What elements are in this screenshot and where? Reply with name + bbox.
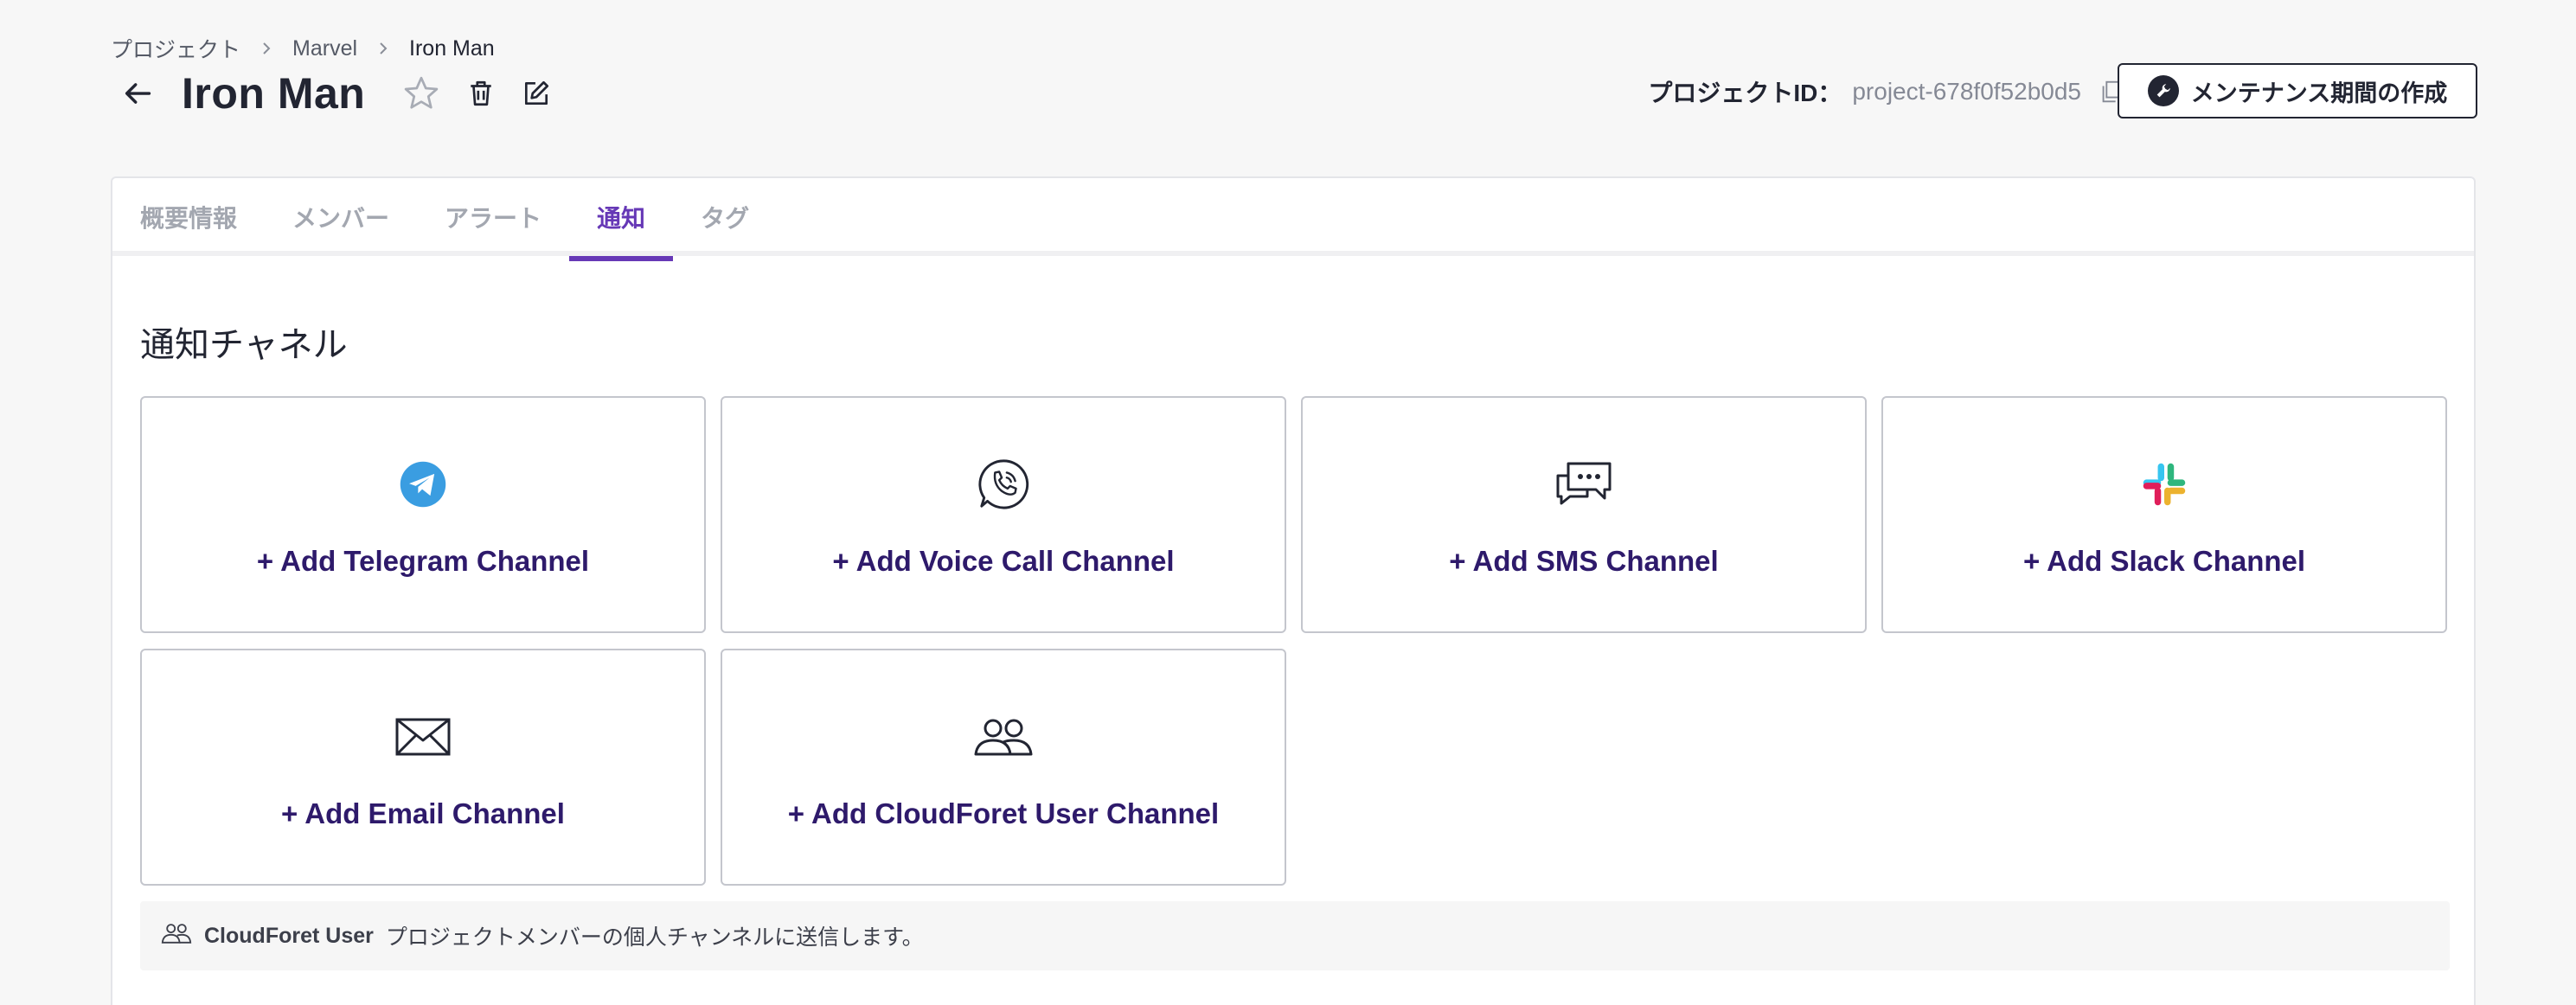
project-id-value: project-678f0f52b0d5	[1852, 78, 2081, 105]
star-icon[interactable]	[398, 70, 445, 117]
add-sms-channel-label: + Add SMS Channel	[1449, 545, 1719, 577]
add-voice-call-channel-label: + Add Voice Call Channel	[832, 545, 1175, 577]
breadcrumb-projects-link[interactable]: プロジェクト	[111, 33, 240, 64]
create-maintenance-window-label: メンテナンス期間の作成	[2190, 80, 2448, 106]
wrench-icon	[2147, 75, 2179, 106]
add-voice-call-channel-card[interactable]: + Add Voice Call Channel	[721, 396, 1286, 633]
chevron-right-icon	[375, 40, 392, 57]
cloudforet-user-info: CloudForet User プロジェクトメンバーの個人チャンネルに送信します…	[140, 901, 2450, 970]
add-email-channel-card[interactable]: + Add Email Channel	[140, 649, 706, 886]
tab-summary[interactable]: 概要情報	[112, 178, 265, 256]
project-id: プロジェクトID： project-678f0f52b0d5	[1648, 71, 2126, 112]
page-header: Iron Man	[111, 62, 557, 125]
add-telegram-channel-card[interactable]: + Add Telegram Channel	[140, 396, 706, 633]
project-detail-card: 概要情報 メンバー アラート 通知 タグ 通知チャネル + Add Telegr…	[111, 176, 2476, 1005]
breadcrumb-current: Iron Man	[409, 35, 495, 61]
tab-notifications[interactable]: 通知	[569, 178, 674, 261]
trash-icon[interactable]	[460, 73, 502, 114]
add-email-channel-label: + Add Email Channel	[281, 797, 565, 829]
section-title: 通知チャネル	[140, 326, 348, 364]
phone-call-icon	[972, 453, 1035, 515]
slack-icon	[2133, 453, 2195, 515]
breadcrumb-group-link[interactable]: Marvel	[292, 36, 357, 61]
add-slack-channel-card[interactable]: + Add Slack Channel	[1881, 396, 2447, 633]
add-telegram-channel-label: + Add Telegram Channel	[256, 545, 590, 577]
telegram-icon	[392, 453, 454, 515]
add-cloudforet-user-channel-label: + Add CloudForet User Channel	[787, 797, 1220, 829]
tab-bar: 概要情報 メンバー アラート 通知 タグ	[112, 178, 2474, 261]
breadcrumb: プロジェクト Marvel Iron Man	[111, 33, 495, 64]
envelope-icon	[392, 706, 454, 768]
add-sms-channel-card[interactable]: + Add SMS Channel	[1301, 396, 1867, 633]
chevron-right-icon	[258, 40, 275, 57]
project-id-label: プロジェクトID：	[1648, 80, 1842, 106]
info-bold-text: CloudForet User	[204, 923, 374, 948]
create-maintenance-window-button[interactable]: メンテナンス期間の作成	[2118, 63, 2477, 118]
back-arrow-icon[interactable]	[111, 67, 164, 120]
add-slack-channel-label: + Add Slack Channel	[2022, 545, 2306, 577]
tab-members[interactable]: メンバー	[265, 178, 417, 256]
add-cloudforet-user-channel-card[interactable]: + Add CloudForet User Channel	[721, 649, 1286, 886]
tab-alerts[interactable]: アラート	[417, 178, 569, 256]
chat-bubbles-icon	[1553, 453, 1615, 515]
edit-icon[interactable]	[516, 73, 557, 114]
users-icon	[972, 706, 1035, 768]
users-icon	[161, 922, 192, 951]
tab-tags[interactable]: タグ	[673, 178, 777, 256]
info-text: プロジェクトメンバーの個人チャンネルに送信します。	[385, 925, 924, 950]
page-title: Iron Man	[182, 69, 366, 118]
